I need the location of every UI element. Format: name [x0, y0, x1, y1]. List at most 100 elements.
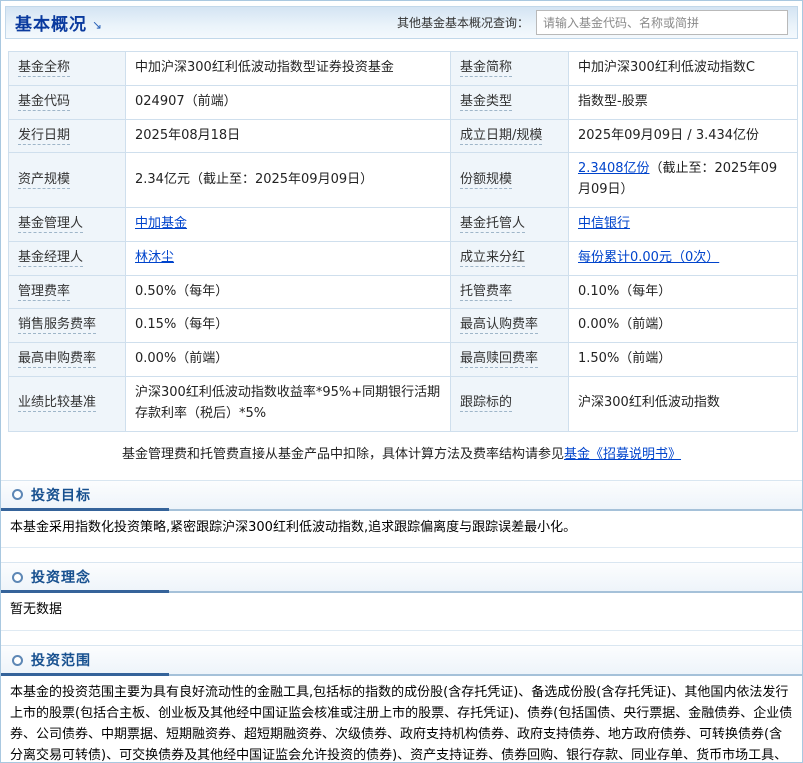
mgmt-fee-label: 管理费率	[18, 283, 71, 301]
search-label: 其他基金基本概况查询：	[396, 16, 529, 30]
fee-note: 基金管理费和托管费直接从基金产品中扣除，具体计算方法及费率结构请参见基金《招募说…	[1, 432, 802, 466]
section-content: 本基金采用指数化投资策略,紧密跟踪沪深300红利低波动指数,追求跟踪偏离度与跟踪…	[1, 511, 802, 549]
prospectus-link[interactable]: 基金《招募说明书》	[564, 447, 681, 462]
max-purchase-fee-value: 0.00%（前端）	[125, 342, 451, 377]
custodian-label-cell: 基金托管人	[450, 206, 569, 242]
table-row: 业绩比较基准 沪深300红利低波动指数收益率*95%+同期银行活期存款利率（税后…	[8, 375, 798, 432]
max-redemption-fee-value: 1.50%（前端）	[568, 342, 798, 377]
dividend-link[interactable]: 每份累计0.00元（0次）	[578, 250, 719, 265]
fund-code-label-cell: 基金代码	[8, 84, 126, 120]
section-title: 投资目标	[31, 487, 91, 504]
sales-service-fee-label-cell: 销售服务费率	[8, 308, 126, 344]
max-subscription-fee-value: 0.00%（前端）	[568, 308, 798, 344]
short-name-label-cell: 基金简称	[450, 51, 569, 86]
share-scale-label: 份额规模	[460, 171, 513, 189]
short-name-label: 基金简称	[460, 60, 513, 77]
section-header: 投资范围	[1, 645, 802, 677]
custody-fee-label-cell: 托管费率	[450, 274, 569, 310]
custody-fee-value: 0.10%（每年）	[568, 274, 798, 310]
asset-scale-label: 资产规模	[18, 171, 71, 189]
tracking-target-value: 沪深300红利低波动指数	[568, 375, 798, 432]
fund-type-label-cell: 基金类型	[450, 84, 569, 120]
max-redemption-fee-label: 最高赎回费率	[460, 351, 539, 369]
circle-bullet-icon	[12, 654, 23, 666]
table-row: 资产规模 2.34亿元（截止至：2025年09月09日） 份额规模 2.3408…	[8, 152, 798, 208]
fund-search: 其他基金基本概况查询：	[397, 10, 788, 35]
fund-overview-page: 基本概况 ↘ 其他基金基本概况查询： 基金全称 中加沪深300红利低波动指数型证…	[0, 0, 803, 763]
manager-company-label: 基金管理人	[18, 215, 84, 233]
fund-info-table: 基金全称 中加沪深300红利低波动指数型证券投资基金 基金简称 中加沪深300红…	[8, 51, 798, 432]
dividend-value: 每份累计0.00元（0次）	[568, 240, 798, 276]
section-content: 本基金的投资范围主要为具有良好流动性的金融工具,包括标的指数的成份股(含存托凭证…	[10, 685, 793, 763]
table-row: 基金全称 中加沪深300红利低波动指数型证券投资基金 基金简称 中加沪深300红…	[8, 51, 798, 86]
benchmark-value: 沪深300红利低波动指数收益率*95%+同期银行活期存款利率（税后）*5%	[125, 375, 451, 432]
max-redemption-fee-label-cell: 最高赎回费率	[450, 342, 569, 377]
mgmt-fee-label-cell: 管理费率	[8, 274, 126, 310]
short-name-value: 中加沪深300红利低波动指数C	[568, 51, 798, 86]
max-subscription-fee-label: 最高认购费率	[460, 317, 539, 335]
title-wrap: 基本概况 ↘	[15, 10, 102, 35]
manager-company-label-cell: 基金管理人	[8, 206, 126, 242]
circle-bullet-icon	[12, 571, 23, 583]
asset-scale-value: 2.34亿元（截止至：2025年09月09日）	[125, 152, 451, 208]
section-header: 投资理念	[1, 562, 802, 594]
custodian-label: 基金托管人	[460, 215, 526, 233]
table-row: 销售服务费率 0.15%（每年） 最高认购费率 0.00%（前端）	[8, 308, 798, 344]
table-row: 最高申购费率 0.00%（前端） 最高赎回费率 1.50%（前端）	[8, 342, 798, 377]
tracking-target-label-cell: 跟踪标的	[450, 375, 569, 432]
arrow-down-right-icon: ↘	[92, 17, 103, 32]
share-scale-label-cell: 份额规模	[450, 152, 569, 208]
custody-fee-label: 托管费率	[460, 283, 513, 301]
table-row: 基金代码 024907（前端） 基金类型 指数型-股票	[8, 84, 798, 120]
dividend-label-cell: 成立来分红	[450, 240, 569, 276]
fund-search-input[interactable]	[536, 10, 788, 35]
asset-scale-label-cell: 资产规模	[8, 152, 126, 208]
section-title: 投资理念	[31, 570, 91, 587]
fund-manager-link[interactable]: 林沐尘	[135, 250, 174, 265]
issue-date-label: 发行日期	[18, 127, 71, 145]
section-investment-philosophy: 投资理念 暂无数据	[1, 562, 802, 632]
full-name-value: 中加沪深300红利低波动指数型证券投资基金	[125, 51, 451, 86]
benchmark-label-cell: 业绩比较基准	[8, 375, 126, 432]
table-row: 管理费率 0.50%（每年） 托管费率 0.10%（每年）	[8, 274, 798, 310]
fund-manager-value: 林沐尘	[125, 240, 451, 276]
establish-label-cell: 成立日期/规模	[450, 118, 569, 154]
custodian-link[interactable]: 中信银行	[578, 216, 630, 231]
manager-company-link[interactable]: 中加基金	[135, 216, 187, 231]
manager-company-value: 中加基金	[125, 206, 451, 242]
mgmt-fee-value: 0.50%（每年）	[125, 274, 451, 310]
section-content: 暂无数据	[1, 593, 802, 632]
table-row: 基金经理人 林沐尘 成立来分红 每份累计0.00元（0次）	[8, 240, 798, 276]
tracking-target-label: 跟踪标的	[460, 395, 513, 413]
custodian-value: 中信银行	[568, 206, 798, 242]
sales-service-fee-value: 0.15%（每年）	[125, 308, 451, 344]
page-title: 基本概况	[15, 15, 87, 35]
section-header: 投资目标	[1, 479, 802, 511]
sales-service-fee-label: 销售服务费率	[18, 317, 97, 335]
fund-manager-label-cell: 基金经理人	[8, 240, 126, 276]
full-name-label: 基金全称	[18, 60, 71, 77]
section-investment-scope: 投资范围 本基金的投资范围主要为具有良好流动性的金融工具,包括标的指数的成份股(…	[1, 645, 802, 763]
share-scale-link[interactable]: 2.3408亿份	[578, 161, 650, 176]
section-title: 投资范围	[31, 653, 91, 670]
share-scale-value: 2.3408亿份（截止至：2025年09月09日）	[568, 152, 798, 208]
section-investment-objective: 投资目标 本基金采用指数化投资策略,紧密跟踪沪深300红利低波动指数,追求跟踪偏…	[1, 479, 802, 549]
circle-bullet-icon	[12, 489, 23, 501]
benchmark-label: 业绩比较基准	[18, 395, 97, 413]
establish-label: 成立日期/规模	[460, 127, 543, 145]
fund-code-value: 024907（前端）	[125, 84, 451, 120]
issue-date-label-cell: 发行日期	[8, 118, 126, 154]
fund-type-value: 指数型-股票	[568, 84, 798, 120]
max-subscription-fee-label-cell: 最高认购费率	[450, 308, 569, 344]
full-name-label-cell: 基金全称	[8, 51, 126, 86]
issue-date-value: 2025年08月18日	[125, 118, 451, 154]
fund-type-label: 基金类型	[460, 93, 513, 111]
max-purchase-fee-label: 最高申购费率	[18, 351, 97, 369]
fund-code-label: 基金代码	[18, 93, 71, 111]
max-purchase-fee-label-cell: 最高申购费率	[8, 342, 126, 377]
establish-value: 2025年09月09日 / 3.434亿份	[568, 118, 798, 154]
table-row: 发行日期 2025年08月18日 成立日期/规模 2025年09月09日 / 3…	[8, 118, 798, 154]
header-bar: 基本概况 ↘ 其他基金基本概况查询：	[5, 6, 798, 39]
table-row: 基金管理人 中加基金 基金托管人 中信银行	[8, 206, 798, 242]
dividend-label: 成立来分红	[460, 249, 526, 267]
